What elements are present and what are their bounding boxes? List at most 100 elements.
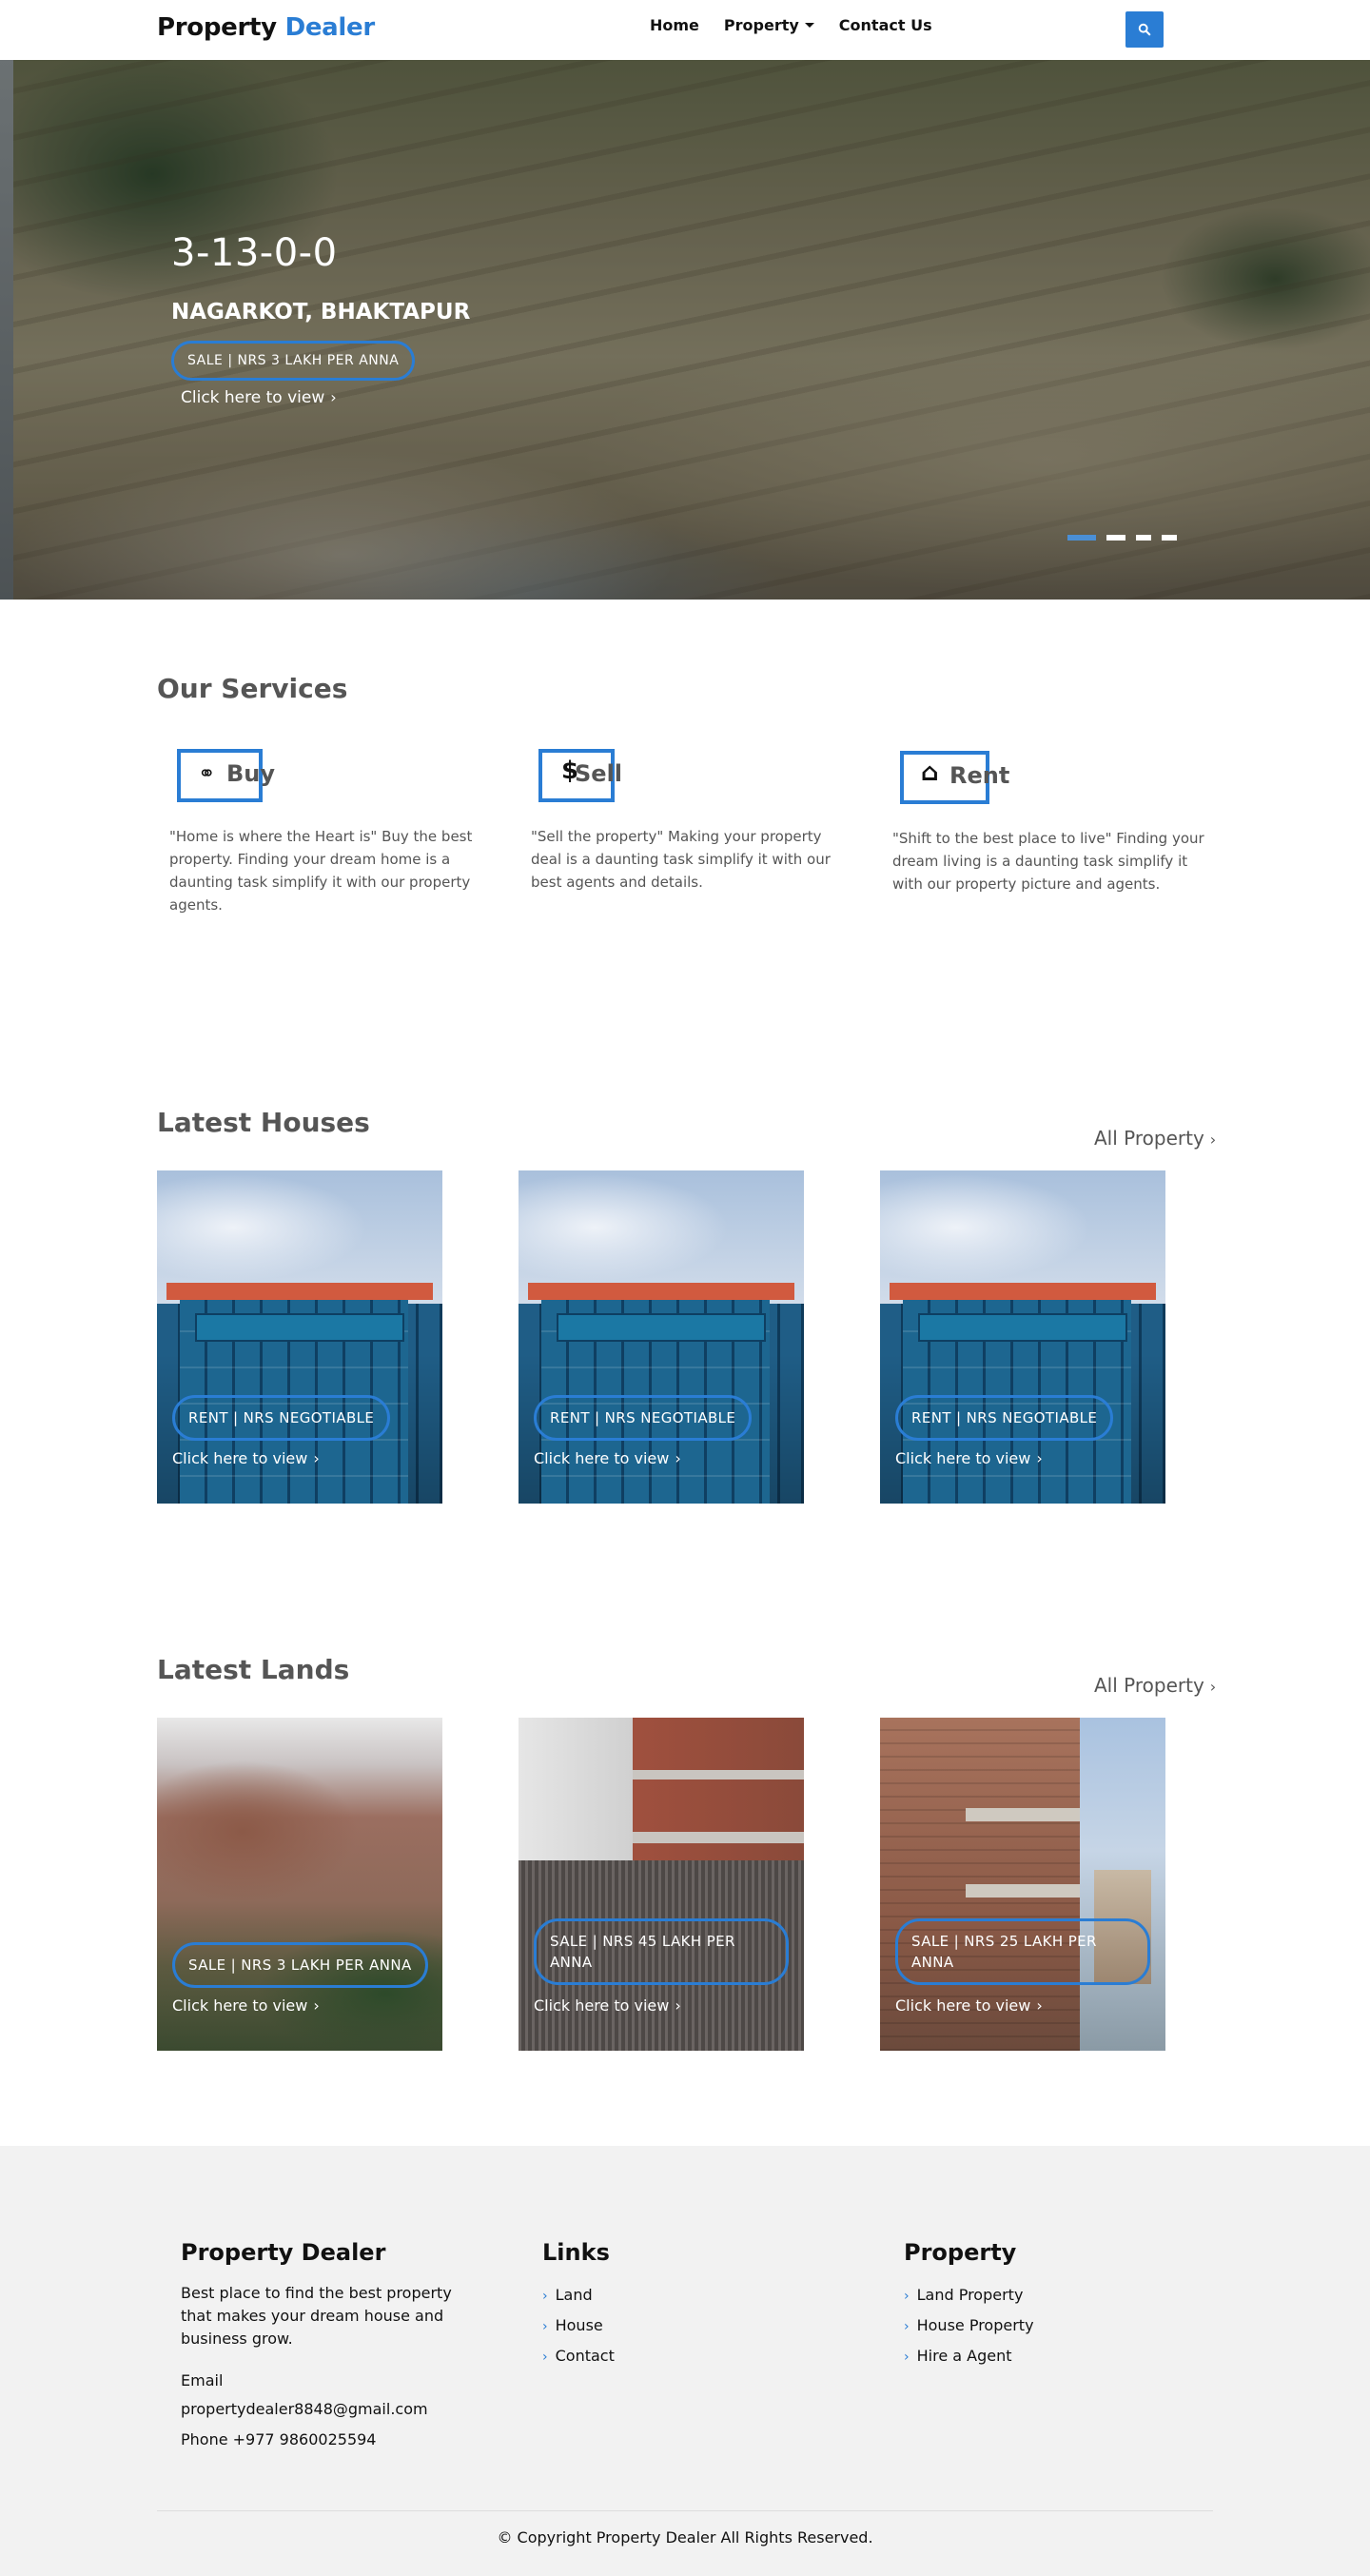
houses-all-property-link[interactable]: All Property ›: [1094, 1127, 1216, 1150]
land-card-1-badge: SALE | NRS 3 LAKH PER ANNA: [172, 1942, 428, 1988]
lands-all-property-link[interactable]: All Property ›: [1094, 1674, 1216, 1697]
services-title: Our Services: [157, 673, 348, 704]
search-icon: [1138, 23, 1151, 36]
service-sell-name: Sell: [575, 760, 623, 787]
land-card-3[interactable]: SALE | NRS 25 LAKH PER ANNA Click here t…: [880, 1718, 1165, 2051]
land-card-3-view-label: Click here to view: [895, 1996, 1031, 2015]
hero-carousel[interactable]: 3-13-0-0 NAGARKOT, BHAKTAPUR SALE | NRS …: [0, 60, 1370, 600]
land-card-2-badge: SALE | NRS 45 LAKH PER ANNA: [534, 1918, 789, 1985]
carousel-indicator-3[interactable]: [1136, 535, 1151, 541]
chevron-right-icon: ›: [1036, 1996, 1043, 2015]
chevron-right-icon: ›: [313, 1996, 320, 2015]
carousel-indicator-4[interactable]: [1162, 535, 1177, 541]
nav-links: Home Property Contact Us: [650, 16, 932, 34]
navbar: Property Dealer Home Property Contact Us: [0, 0, 1370, 60]
footer-copyright: © Copyright Property Dealer All Rights R…: [497, 2528, 873, 2547]
land-card-1[interactable]: SALE | NRS 3 LAKH PER ANNA Click here to…: [157, 1718, 442, 2051]
chevron-right-icon: ›: [675, 1449, 681, 1467]
land-card-2[interactable]: SALE | NRS 45 LAKH PER ANNA Click here t…: [519, 1718, 804, 2051]
lands-all-property-label: All Property: [1094, 1674, 1204, 1697]
houses-all-property-label: All Property: [1094, 1127, 1204, 1150]
chevron-right-icon: ›: [1209, 1678, 1217, 1696]
chevron-right-icon: ›: [904, 2289, 910, 2304]
house-card-2-view-label: Click here to view: [534, 1449, 670, 1467]
footer-link-land-property[interactable]: › Land Property: [904, 2286, 1023, 2304]
footer-link-house-property[interactable]: › House Property: [904, 2316, 1034, 2334]
chevron-right-icon: ›: [1036, 1449, 1043, 1467]
chevron-right-icon: ›: [542, 2350, 548, 2365]
nav-property-dropdown[interactable]: Property: [724, 16, 814, 34]
carousel-indicators: [1067, 535, 1177, 541]
hero-price-badge: SALE | NRS 3 LAKH PER ANNA: [171, 341, 416, 381]
house-card-1-view-link[interactable]: Click here to view ›: [172, 1449, 320, 1467]
footer-link-hire-agent[interactable]: › Hire a Agent: [904, 2347, 1012, 2365]
footer-link-hire-agent-label: Hire a Agent: [916, 2347, 1012, 2365]
house-card-1-badge: RENT | NRS NEGOTIABLE: [172, 1395, 391, 1441]
chevron-right-icon: ›: [904, 2319, 910, 2334]
chevron-right-icon: ›: [904, 2350, 910, 2365]
land-card-2-view-label: Click here to view: [534, 1996, 670, 2015]
carousel-indicator-1[interactable]: [1067, 535, 1096, 541]
chevron-right-icon: ›: [542, 2319, 548, 2334]
service-buy-name: Buy: [226, 760, 276, 787]
footer-property-title: Property: [904, 2239, 1017, 2266]
hero-property-code: 3-13-0-0: [171, 231, 338, 275]
footer-link-contact-label: Contact: [555, 2347, 615, 2365]
brand-accent: Dealer: [284, 13, 376, 42]
footer-about-text: Best place to find the best property tha…: [181, 2284, 452, 2348]
service-buy: ⚭ Buy "Home is where the Heart is" Buy t…: [169, 749, 483, 914]
footer: Property Dealer Best place to find the b…: [0, 2146, 1370, 2576]
footer-link-contact[interactable]: › Contact: [542, 2347, 615, 2365]
footer-link-house[interactable]: › House: [542, 2316, 603, 2334]
chevron-right-icon: ›: [330, 388, 337, 406]
handshake-icon: ⚭: [198, 762, 216, 786]
footer-phone: Phone +977 9860025594: [181, 2430, 377, 2448]
footer-link-land-property-label: Land Property: [916, 2286, 1024, 2304]
chevron-right-icon: ›: [675, 1996, 681, 2015]
footer-divider: [157, 2510, 1213, 2511]
chevron-right-icon: ›: [313, 1449, 320, 1467]
brand-logo[interactable]: Property Dealer: [157, 13, 375, 42]
footer-email-label: Email: [181, 2371, 224, 2389]
house-card-3[interactable]: RENT | NRS NEGOTIABLE Click here to view…: [880, 1170, 1165, 1504]
service-rent-desc: "Shift to the best place to live" Findin…: [892, 830, 1204, 893]
house-card-2-badge: RENT | NRS NEGOTIABLE: [534, 1395, 753, 1441]
nav-contact[interactable]: Contact Us: [839, 16, 932, 34]
houses-title: Latest Houses: [157, 1107, 370, 1138]
brand-main: Property: [157, 13, 277, 42]
chevron-right-icon: ›: [542, 2289, 548, 2304]
house-card-3-view-label: Click here to view: [895, 1449, 1031, 1467]
footer-about-title: Property Dealer: [181, 2239, 386, 2266]
footer-link-house-label: House: [555, 2316, 603, 2334]
land-card-1-view-link[interactable]: Click here to view ›: [172, 1996, 320, 2015]
land-card-2-view-link[interactable]: Click here to view ›: [534, 1996, 681, 2015]
service-rent: ⌂ Rent "Shift to the best place to live"…: [892, 751, 1206, 893]
house-card-3-view-link[interactable]: Click here to view ›: [895, 1449, 1043, 1467]
footer-email-link[interactable]: propertydealer8848@gmail.com: [181, 2400, 428, 2418]
hero-view-link[interactable]: Click here to view ›: [181, 388, 337, 407]
nav-property-label: Property: [723, 16, 799, 34]
house-card-2[interactable]: RENT | NRS NEGOTIABLE Click here to view…: [519, 1170, 804, 1504]
lands-title: Latest Lands: [157, 1654, 350, 1685]
hero-location: NAGARKOT, BHAKTAPUR: [171, 300, 471, 324]
chevron-right-icon: ›: [1209, 1131, 1217, 1149]
home-icon: ⌂: [921, 758, 939, 787]
service-sell-desc: "Sell the property" Making your property…: [531, 828, 831, 891]
service-sell: $ Sell "Sell the property" Making your p…: [531, 749, 845, 891]
house-card-2-view-link[interactable]: Click here to view ›: [534, 1449, 681, 1467]
house-card-1[interactable]: RENT | NRS NEGOTIABLE Click here to view…: [157, 1170, 442, 1504]
service-rent-name: Rent: [949, 762, 1010, 789]
land-card-3-view-link[interactable]: Click here to view ›: [895, 1996, 1043, 2015]
nav-home[interactable]: Home: [650, 16, 699, 34]
house-card-1-view-label: Click here to view: [172, 1449, 308, 1467]
hero-overlay: [0, 60, 1370, 600]
carousel-indicator-2[interactable]: [1106, 535, 1125, 541]
footer-links-title: Links: [542, 2239, 610, 2266]
footer-link-land-label: Land: [555, 2286, 593, 2304]
footer-link-house-property-label: House Property: [916, 2316, 1034, 2334]
service-buy-desc: "Home is where the Heart is" Buy the bes…: [169, 828, 473, 914]
chevron-down-icon: [804, 23, 814, 28]
house-card-3-badge: RENT | NRS NEGOTIABLE: [895, 1395, 1114, 1441]
footer-link-land[interactable]: › Land: [542, 2286, 593, 2304]
search-button[interactable]: [1125, 11, 1164, 48]
